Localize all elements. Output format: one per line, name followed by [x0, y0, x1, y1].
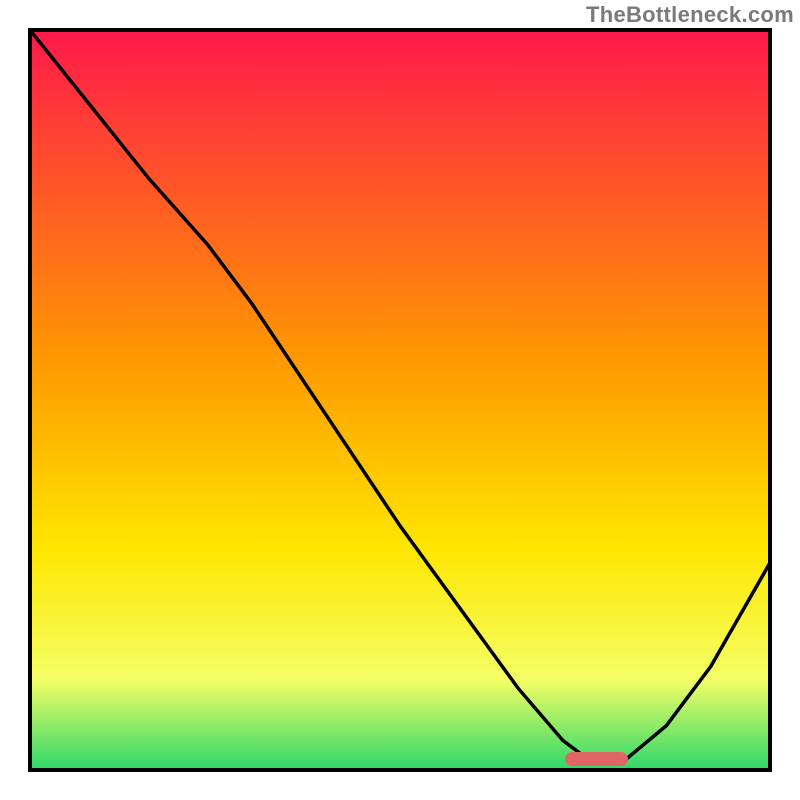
plot-svg [0, 0, 800, 800]
plot-background [32, 32, 768, 768]
chart-container: TheBottleneck.com [0, 0, 800, 800]
optimal-range-marker [565, 752, 628, 766]
watermark-label: TheBottleneck.com [586, 2, 794, 28]
